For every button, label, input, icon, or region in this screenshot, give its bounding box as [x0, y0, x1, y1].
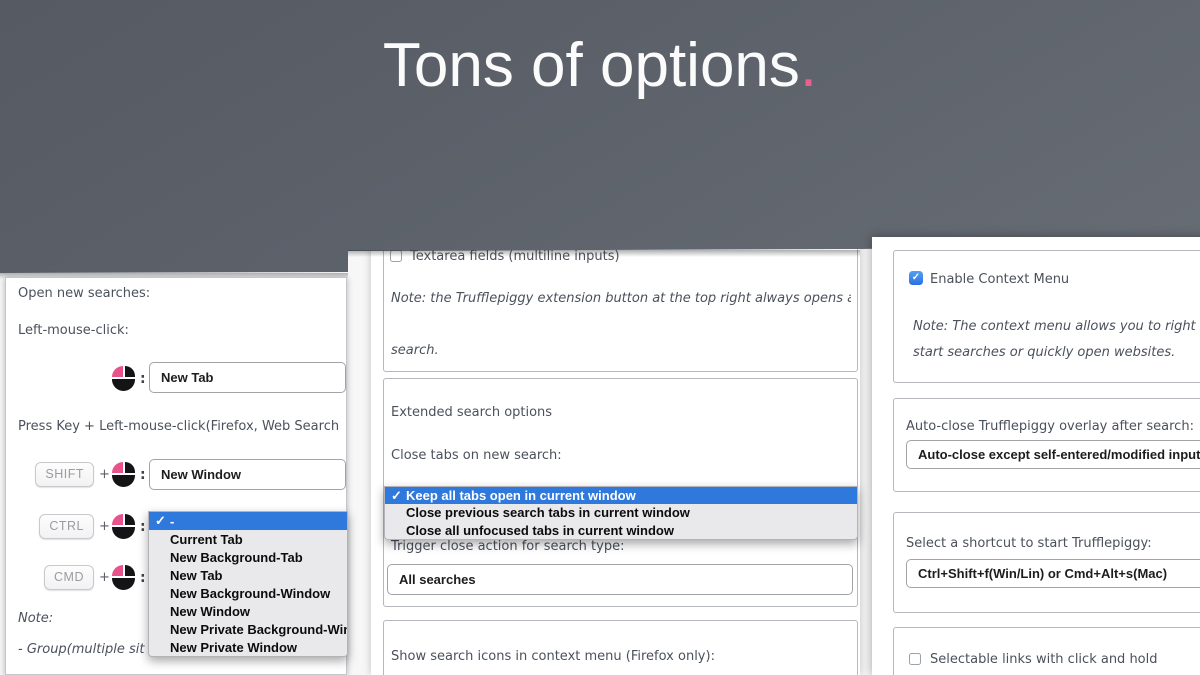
middle-note-line1: Note: the Trufflepiggy extension button … [391, 291, 851, 306]
mouse-left-click-icon [112, 462, 135, 487]
section-enable-context: ✓ Enable Context Menu Note: The context … [893, 250, 1200, 383]
autoclose-value: Auto-close except self-entered/modified … [918, 447, 1200, 462]
checkmark-icon: ✓ [391, 487, 402, 503]
dropdown-item-label: New Window [170, 603, 251, 619]
dropdown-item-selected[interactable]: ✓ - [149, 512, 347, 530]
mouse-body [112, 474, 135, 487]
shift-keycap: SHIFT [35, 462, 94, 487]
shortcut-value: Ctrl+Shift+f(Win/Lin) or Cmd+Alt+s(Mac) [918, 566, 1168, 581]
colon-separator: : [140, 519, 146, 535]
left-click-label: Left-mouse-click: [18, 323, 129, 338]
extended-options-heading: Extended search options [391, 405, 553, 420]
dropdown-item[interactable]: Current Tab [149, 530, 347, 548]
panel-context-menu: ✓ Enable Context Menu Note: The context … [872, 237, 1200, 675]
open-searches-heading: Open new searches: [18, 286, 151, 301]
mouse-left-click-icon [112, 514, 135, 539]
selectable-links-label: Selectable links with click and hold [930, 652, 1158, 667]
dropdown-item-label: Current Tab [170, 531, 243, 547]
dropdown-item[interactable]: Close all unfocused tabs in current wind… [385, 522, 857, 539]
left-click-action-value: New Tab [161, 370, 214, 385]
page: Textarea fields (multiline inputs) Note:… [0, 0, 1200, 675]
dropdown-item-label: New Tab [170, 567, 223, 583]
open-tab-action-dropdown: ✓ - Current Tab New Background-Tab New T… [148, 511, 348, 657]
cmd-key-row: CMD [23, 565, 94, 590]
trigger-close-label: Trigger close action for search type: [391, 539, 625, 554]
dropdown-item-label: Close all unfocused tabs in current wind… [406, 522, 674, 538]
page-title: Tons of options. [0, 30, 1200, 101]
mouse-body [112, 378, 135, 391]
mouse-body [112, 577, 135, 590]
mouse-right-button [124, 366, 135, 377]
dropdown-item-label: New Private Background-Win [170, 621, 347, 637]
cmd-keycap: CMD [44, 565, 94, 590]
mouse-body [112, 526, 135, 539]
dropdown-item[interactable]: Close previous search tabs in current wi… [385, 504, 857, 521]
dropdown-item[interactable]: New Private Window [149, 638, 347, 656]
page-title-text: Tons of options [382, 31, 800, 100]
mouse-left-button [112, 366, 123, 377]
dropdown-item-label: New Private Window [170, 639, 298, 655]
dropdown-item-label: - [170, 513, 175, 529]
show-icons-label: Show search icons in context menu (Firef… [391, 649, 715, 664]
right-note-line2: start searches or quickly open websites. [913, 345, 1176, 360]
title-accent-period: . [799, 31, 818, 100]
section-shortcut: Select a shortcut to start Trufflepiggy:… [893, 512, 1200, 613]
selectable-links-checkbox[interactable] [909, 653, 921, 665]
dropdown-item[interactable]: New Private Background-Win [149, 620, 347, 638]
left-click-action-select[interactable]: New Tab [149, 362, 346, 393]
section-context-icons: Show search icons in context menu (Firef… [383, 620, 858, 675]
close-tabs-label: Close tabs on new search: [391, 448, 562, 463]
colon-separator: : [140, 371, 146, 387]
mouse-left-click-icon [112, 366, 135, 391]
section-selectable-links: Selectable links with click and hold [893, 627, 1200, 675]
shift-click-action-select[interactable]: New Window [149, 459, 346, 490]
plus-sign: + [99, 519, 110, 534]
checkmark-icon: ✓ [155, 513, 166, 528]
left-note-label: Note: [18, 611, 54, 626]
mouse-right-button [124, 565, 135, 576]
close-tabs-dropdown: ✓ Keep all tabs open in current window C… [384, 486, 858, 540]
ctrl-key-row: CTRL [23, 514, 94, 539]
mouse-left-button [112, 462, 123, 473]
dropdown-item-label: Keep all tabs open in current window [406, 488, 636, 504]
enable-context-checkbox[interactable]: ✓ [909, 271, 923, 285]
colon-separator: : [140, 467, 146, 483]
middle-note-line2: search. [391, 343, 439, 358]
colon-separator: : [140, 570, 146, 586]
shortcut-select[interactable]: Ctrl+Shift+f(Win/Lin) or Cmd+Alt+s(Mac) [906, 559, 1200, 588]
left-note-text: - Group(multiple sit [18, 642, 145, 657]
plus-sign: + [99, 467, 110, 482]
dropdown-item-selected[interactable]: ✓ Keep all tabs open in current window [385, 487, 857, 505]
dropdown-item[interactable]: New Background-Tab [149, 548, 347, 566]
press-key-label: Press Key + Left-mouse-click(Firefox, We… [18, 419, 340, 434]
enable-context-label: Enable Context Menu [930, 272, 1070, 287]
dropdown-item[interactable]: New Tab [149, 566, 347, 584]
shift-click-action-value: New Window [161, 467, 242, 482]
mouse-left-click-icon [112, 565, 135, 590]
shift-key-row: SHIFT [23, 462, 94, 487]
dropdown-item-label: New Background-Tab [170, 549, 303, 565]
dropdown-item-label: New Background-Window [170, 585, 331, 601]
hero-banner: Tons of options. [0, 0, 1200, 273]
trigger-close-select[interactable]: All searches [387, 564, 853, 595]
dropdown-item[interactable]: New Background-Window [149, 584, 347, 602]
panel-extended-search: Textarea fields (multiline inputs) Note:… [371, 212, 860, 675]
mouse-right-button [124, 462, 135, 473]
right-note-line1: Note: The context menu allows you to rig… [913, 319, 1200, 334]
ctrl-keycap: CTRL [39, 514, 94, 539]
banner-shadow [348, 250, 860, 257]
dropdown-item-label: Close previous search tabs in current wi… [406, 505, 690, 521]
mouse-right-button [124, 514, 135, 525]
section-autoclose: Auto-close Trufflepiggy overlay after se… [893, 398, 1200, 492]
autoclose-select[interactable]: Auto-close except self-entered/modified … [906, 440, 1200, 469]
dropdown-item[interactable]: New Window [149, 602, 347, 620]
trigger-close-value: All searches [399, 572, 476, 587]
autoclose-label: Auto-close Trufflepiggy overlay after se… [906, 419, 1194, 434]
mouse-left-button [112, 514, 123, 525]
mouse-left-button [112, 565, 123, 576]
shortcut-label: Select a shortcut to start Trufflepiggy: [906, 536, 1152, 551]
plus-sign: + [99, 570, 110, 585]
